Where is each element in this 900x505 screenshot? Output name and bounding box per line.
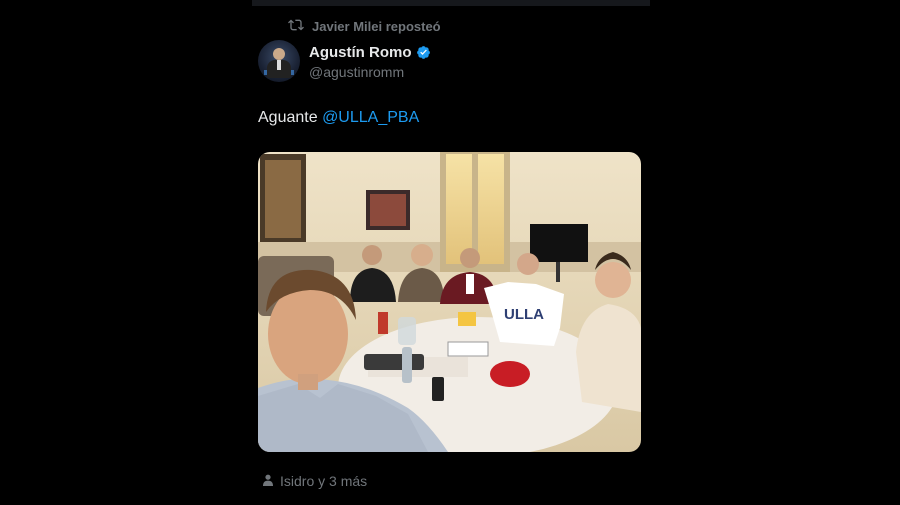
tweet-photo[interactable]: ULLA <box>258 152 641 452</box>
previous-tweet-edge <box>252 0 650 6</box>
liked-by-text: Isidro y 3 más <box>280 473 368 489</box>
author-name-row[interactable]: Agustín Romo <box>309 44 431 61</box>
verified-badge-icon <box>416 45 431 60</box>
repost-indicator[interactable]: Javier Milei reposteó <box>288 16 441 36</box>
author-name[interactable]: Agustín Romo <box>309 44 412 61</box>
tweet-text: Aguante @ULLA_PBA <box>258 109 419 127</box>
shirt-logo-text: ULLA <box>504 306 544 323</box>
repost-icon <box>288 17 304 36</box>
repost-text: Javier Milei reposteó <box>312 18 441 34</box>
liked-by[interactable]: Isidro y 3 más <box>262 473 367 489</box>
person-icon <box>262 473 274 489</box>
tweet-text-body: Aguante <box>258 109 323 126</box>
author-handle[interactable]: @agustinromm <box>309 64 404 80</box>
author-avatar[interactable] <box>258 40 300 82</box>
mention-link[interactable]: @ULLA_PBA <box>322 109 419 126</box>
